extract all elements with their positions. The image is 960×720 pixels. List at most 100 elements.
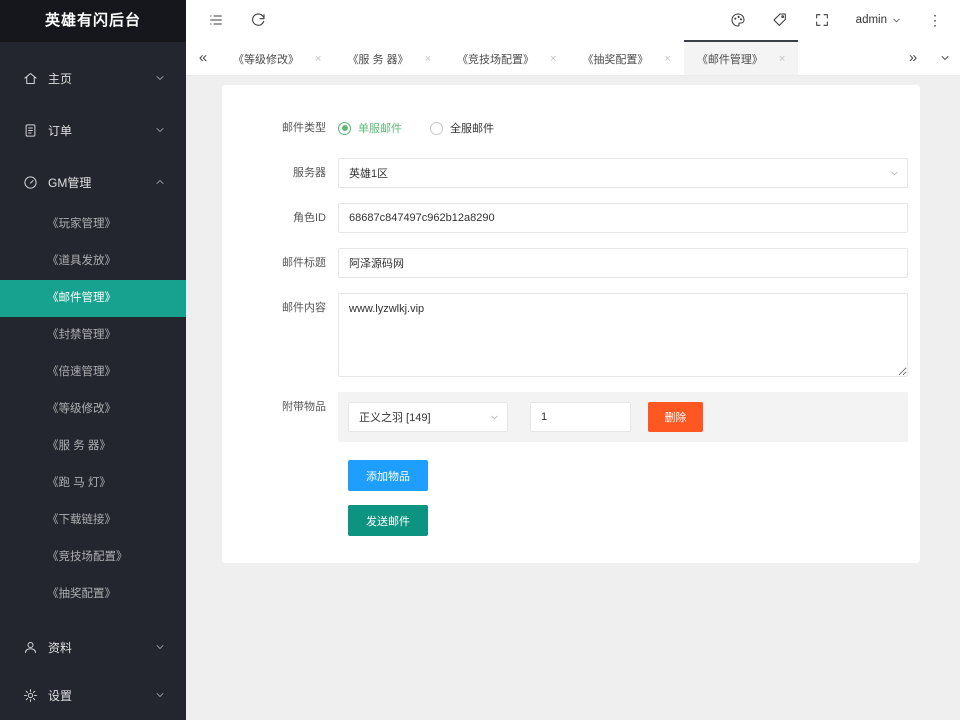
tab-mail-manage[interactable]: 《邮件管理》 × <box>684 40 798 75</box>
sidebar-item-orders[interactable]: 订单 <box>0 106 186 154</box>
submenu-download-link[interactable]: 《下载链接》 <box>0 502 186 539</box>
sidebar-item-label: 资料 <box>48 639 154 656</box>
radio-unchecked-icon <box>430 122 443 135</box>
radio-label: 全服邮件 <box>450 120 494 136</box>
gm-submenu: 《玩家管理》 《道具发放》 《邮件管理》 《封禁管理》 《倍速管理》 《等级修改… <box>0 206 186 613</box>
tabs-scroll-right-icon[interactable]: » <box>896 40 930 75</box>
fullscreen-icon[interactable] <box>814 12 830 28</box>
add-item-button[interactable]: 添加物品 <box>348 460 428 491</box>
tag-icon[interactable] <box>772 12 788 28</box>
more-icon[interactable]: ⋮ <box>928 13 942 27</box>
sidebar-item-profile[interactable]: 资料 <box>0 623 186 671</box>
field-label: 邮件类型 <box>222 113 338 143</box>
sidebar-item-label: GM管理 <box>48 174 154 191</box>
server-select[interactable]: 英雄1区 <box>338 158 908 188</box>
tab-arena-config[interactable]: 《竞技场配置》 × <box>444 40 569 75</box>
submenu-player-manage[interactable]: 《玩家管理》 <box>0 206 186 243</box>
submenu-item-grant[interactable]: 《道具发放》 <box>0 243 186 280</box>
sidebar-item-settings[interactable]: 设置 <box>0 671 186 719</box>
topbar-left <box>208 12 266 28</box>
submenu-mail-manage[interactable]: 《邮件管理》 <box>0 280 186 317</box>
tab-label: 《服 务 器》 <box>347 51 408 67</box>
delete-attachment-button[interactable]: 删除 <box>648 402 703 432</box>
chevron-down-icon <box>891 15 902 26</box>
field-label: 邮件标题 <box>222 248 338 278</box>
radio-label: 单服邮件 <box>358 120 402 136</box>
submenu-servers[interactable]: 《服 务 器》 <box>0 428 186 465</box>
tabs-menu-icon[interactable] <box>930 40 960 75</box>
menu-toggle-icon[interactable] <box>208 12 224 28</box>
tab-label: 《等级修改》 <box>233 51 299 67</box>
mail-title-input[interactable] <box>338 248 908 278</box>
sidebar: 英雄有闪后台 主页 订单 GM管理 《玩家管理》 《道具发放》 <box>0 0 186 720</box>
radio-single-server-mail[interactable]: 单服邮件 <box>338 120 402 136</box>
radio-all-server-mail[interactable]: 全服邮件 <box>430 120 494 136</box>
close-icon[interactable]: × <box>425 53 431 65</box>
close-icon[interactable]: × <box>550 53 556 65</box>
submenu-level-modify[interactable]: 《等级修改》 <box>0 391 186 428</box>
attachment-item-select[interactable]: 正义之羽 [149] <box>348 402 508 432</box>
refresh-icon[interactable] <box>250 12 266 28</box>
main-area: admin ⋮ « 《等级修改》 × 《服 务 器》 × 《竞技场配置》 × 《… <box>186 0 960 719</box>
sidebar-item-label: 主页 <box>48 70 154 87</box>
mail-form-card: 邮件类型 单服邮件 全服邮件 服务器 英雄1区 <box>222 85 920 563</box>
form-row-server: 服务器 英雄1区 <box>222 158 908 188</box>
mail-content-textarea[interactable]: www.lyzwlkj.vip <box>338 293 908 377</box>
sidebar-item-gm[interactable]: GM管理 <box>0 158 186 206</box>
form-row-mail-title: 邮件标题 <box>222 248 908 278</box>
role-id-input[interactable] <box>338 203 908 233</box>
attachment-item-name: 正义之羽 [149] <box>359 409 431 425</box>
order-icon <box>23 123 38 138</box>
page-content: 邮件类型 单服邮件 全服邮件 服务器 英雄1区 <box>186 76 960 719</box>
tab-label: 《竞技场配置》 <box>457 51 534 67</box>
submenu-lottery-config[interactable]: 《抽奖配置》 <box>0 576 186 613</box>
tab-servers[interactable]: 《服 务 器》 × <box>334 40 444 75</box>
tab-level-modify[interactable]: 《等级修改》 × <box>220 40 334 75</box>
app-logo: 英雄有闪后台 <box>0 0 186 42</box>
form-row-mail-content: 邮件内容 www.lyzwlkj.vip <box>222 293 908 377</box>
mail-type-radio-group: 单服邮件 全服邮件 <box>338 113 908 143</box>
server-select-value: 英雄1区 <box>349 165 388 181</box>
user-menu[interactable]: admin <box>856 14 902 26</box>
chevron-down-icon <box>154 689 166 701</box>
form-row-attachments: 附带物品 正义之羽 [149] 删除 <box>222 392 908 442</box>
attachment-item-row: 正义之羽 [149] 删除 <box>338 392 908 442</box>
tab-lottery-config[interactable]: 《抽奖配置》 × <box>569 40 683 75</box>
chevron-up-icon <box>154 176 166 188</box>
sidebar-item-home[interactable]: 主页 <box>0 54 186 102</box>
submenu-marquee[interactable]: 《跑 马 灯》 <box>0 465 186 502</box>
gauge-icon <box>23 175 38 190</box>
user-icon <box>23 640 38 655</box>
topbar-right: admin ⋮ <box>730 12 942 28</box>
gear-icon <box>23 688 38 703</box>
username: admin <box>856 14 887 26</box>
chevron-down-icon <box>154 72 166 84</box>
field-label: 附带物品 <box>222 392 338 442</box>
field-label: 服务器 <box>222 158 338 188</box>
field-label: 角色ID <box>222 203 338 233</box>
tab-spacer <box>798 40 896 75</box>
sidebar-nav: 主页 订单 GM管理 《玩家管理》 《道具发放》 《邮件管理》 《封禁管理》 《… <box>0 42 186 719</box>
submenu-arena-config[interactable]: 《竞技场配置》 <box>0 539 186 576</box>
close-icon[interactable]: × <box>779 53 785 65</box>
sidebar-item-label: 订单 <box>48 122 154 139</box>
chevron-down-icon <box>154 124 166 136</box>
chevron-down-icon <box>889 168 900 179</box>
close-icon[interactable]: × <box>664 53 670 65</box>
close-icon[interactable]: × <box>315 53 321 65</box>
submenu-ban-manage[interactable]: 《封禁管理》 <box>0 317 186 354</box>
form-row-mail-type: 邮件类型 单服邮件 全服邮件 <box>222 113 908 143</box>
chevron-down-icon <box>489 412 500 423</box>
tab-label: 《抽奖配置》 <box>582 51 648 67</box>
top-bar: admin ⋮ <box>186 0 960 40</box>
tabs-scroll-left-icon[interactable]: « <box>186 40 220 75</box>
home-icon <box>23 71 38 86</box>
send-mail-button[interactable]: 发送邮件 <box>348 505 428 536</box>
attachment-count-input[interactable] <box>530 402 631 432</box>
palette-icon[interactable] <box>730 12 746 28</box>
form-row-role-id: 角色ID <box>222 203 908 233</box>
tab-bar: « 《等级修改》 × 《服 务 器》 × 《竞技场配置》 × 《抽奖配置》 × … <box>186 40 960 76</box>
radio-checked-icon <box>338 122 351 135</box>
submenu-speed-manage[interactable]: 《倍速管理》 <box>0 354 186 391</box>
chevron-down-icon <box>154 641 166 653</box>
